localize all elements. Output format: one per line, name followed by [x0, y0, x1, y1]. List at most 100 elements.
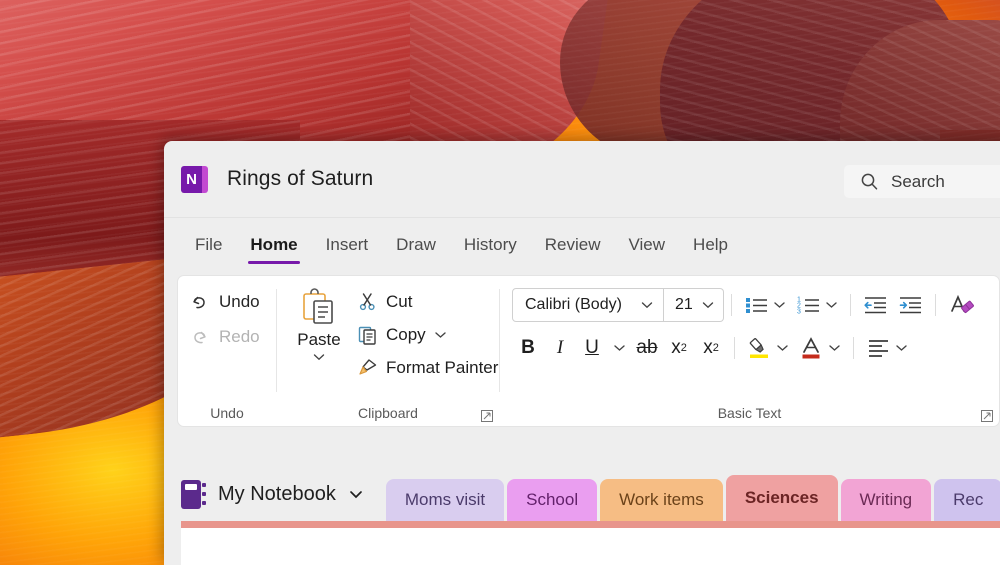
clipboard-icon	[300, 288, 338, 328]
notebook-and-sections-bar: My Notebook Moms visit School Work items…	[164, 459, 1000, 521]
undo-arrow-icon	[189, 292, 210, 313]
ribbon-content: Undo Redo Undo	[177, 275, 1000, 427]
clear-formatting-button[interactable]	[943, 288, 981, 322]
ribbon-group-label-basic-text: Basic Text	[500, 400, 999, 426]
redo-button[interactable]: Redo	[189, 322, 260, 352]
font-size-value: 21	[675, 296, 693, 314]
cut-button[interactable]: Cut	[357, 288, 498, 315]
increase-indent-icon	[898, 294, 923, 316]
subscript-index: 2	[681, 342, 687, 354]
chevron-down-icon	[434, 330, 447, 340]
decrease-indent-icon	[863, 294, 888, 316]
subscript-base: x	[671, 337, 681, 359]
superscript-button[interactable]: x2	[695, 332, 727, 364]
underline-options-button[interactable]	[608, 331, 631, 365]
svg-text:3: 3	[797, 309, 801, 316]
paste-label: Paste	[297, 330, 340, 350]
chevron-down-icon	[640, 300, 654, 310]
undo-button[interactable]: Undo	[189, 287, 260, 317]
title-bar: N Rings of Saturn Search	[164, 141, 1000, 217]
ribbon-tab-strip: File Home Insert Draw History Review Vie…	[164, 217, 1000, 271]
basic-text-row-1: Calibri (Body) 21	[512, 288, 981, 322]
section-accent-bar	[181, 521, 1000, 528]
chevron-down-icon	[895, 343, 908, 353]
align-text-button[interactable]	[861, 331, 913, 365]
numbering-button[interactable]: 1 2 3	[791, 288, 843, 322]
page-left-gutter	[164, 521, 181, 565]
subscript-button[interactable]: x2	[663, 332, 695, 364]
text-highlight-button[interactable]	[742, 331, 794, 365]
bullets-button[interactable]	[739, 288, 791, 322]
ribbon-group-label-undo: Undo	[178, 400, 276, 426]
chevron-down-icon	[701, 300, 715, 310]
page-canvas[interactable]	[181, 528, 1000, 565]
search-input[interactable]: Search	[844, 165, 1000, 198]
ribbon-tab-view[interactable]: View	[615, 223, 680, 267]
font-size-select[interactable]: 21	[664, 288, 724, 322]
bullet-list-icon	[744, 294, 769, 316]
font-color-button[interactable]	[794, 331, 846, 365]
ribbon-tab-file[interactable]: File	[181, 223, 236, 267]
basic-text-dialog-launcher[interactable]	[981, 410, 993, 422]
chevron-down-icon	[776, 343, 789, 353]
redo-arrow-icon	[189, 327, 210, 348]
page-title: Rings of Saturn	[227, 167, 373, 191]
search-icon	[860, 172, 879, 191]
ribbon-tab-home[interactable]: Home	[236, 223, 311, 267]
ribbon-group-clipboard: Paste Cut	[277, 276, 499, 426]
ribbon-tab-draw[interactable]: Draw	[382, 223, 450, 267]
clipboard-dialog-launcher[interactable]	[481, 410, 493, 422]
paste-button[interactable]: Paste	[287, 284, 351, 362]
text-highlight-icon	[747, 336, 772, 360]
clear-formatting-icon	[948, 293, 976, 317]
decrease-indent-button[interactable]	[858, 288, 893, 322]
chevron-down-icon	[773, 300, 786, 310]
format-painter-label: Format Painter	[386, 358, 498, 378]
section-tab-sciences[interactable]: Sciences	[726, 475, 838, 521]
scissors-icon	[357, 291, 378, 312]
copy-button[interactable]: Copy	[357, 321, 498, 348]
section-tab-moms-visit[interactable]: Moms visit	[386, 479, 504, 521]
ribbon-tab-help[interactable]: Help	[679, 223, 742, 267]
strikethrough-button[interactable]: ab	[631, 332, 663, 364]
ribbon-group-basic-text: Calibri (Body) 21	[500, 276, 999, 426]
numbered-list-icon: 1 2 3	[796, 294, 821, 316]
redo-label: Redo	[219, 327, 260, 347]
increase-indent-button[interactable]	[893, 288, 928, 322]
ribbon-tab-insert[interactable]: Insert	[312, 223, 383, 267]
chevron-down-icon	[348, 489, 364, 500]
section-tab-writing[interactable]: Writing	[841, 479, 932, 521]
ribbon-group-label-clipboard: Clipboard	[277, 400, 499, 426]
cut-label: Cut	[386, 292, 412, 312]
format-painter-button[interactable]: Format Painter	[357, 354, 498, 381]
undo-label: Undo	[219, 292, 260, 312]
section-tab-list: Moms visit School Work items Sciences Wr…	[386, 475, 1000, 521]
chevron-down-icon	[613, 343, 626, 353]
underline-button[interactable]: U	[576, 332, 608, 364]
italic-button[interactable]: I	[544, 332, 576, 364]
section-tab-work-items[interactable]: Work items	[600, 479, 723, 521]
notebook-selector[interactable]: My Notebook	[181, 480, 364, 521]
notebook-name: My Notebook	[218, 483, 336, 506]
superscript-index: 2	[713, 342, 719, 354]
onenote-icon: N	[181, 166, 208, 193]
onenote-window: N Rings of Saturn Search File Home Inser…	[164, 141, 1000, 565]
copy-pages-icon	[357, 324, 378, 345]
font-color-icon	[799, 336, 824, 360]
basic-text-row-2: B I U ab x2 x2	[512, 331, 913, 365]
section-tab-school[interactable]: School	[507, 479, 597, 521]
chevron-down-icon	[825, 300, 838, 310]
font-name-value: Calibri (Body)	[525, 296, 622, 314]
align-text-icon	[866, 337, 891, 359]
chevron-down-icon	[828, 343, 841, 353]
section-tab-rec[interactable]: Rec	[934, 479, 1000, 521]
search-placeholder: Search	[891, 172, 945, 192]
ribbon-tab-history[interactable]: History	[450, 223, 531, 267]
superscript-base: x	[703, 337, 713, 359]
ribbon-tab-review[interactable]: Review	[531, 223, 615, 267]
notebook-icon	[181, 480, 206, 509]
font-name-select[interactable]: Calibri (Body)	[512, 288, 664, 322]
copy-label: Copy	[386, 325, 426, 345]
bold-button[interactable]: B	[512, 332, 544, 364]
paintbrush-icon	[357, 357, 378, 378]
